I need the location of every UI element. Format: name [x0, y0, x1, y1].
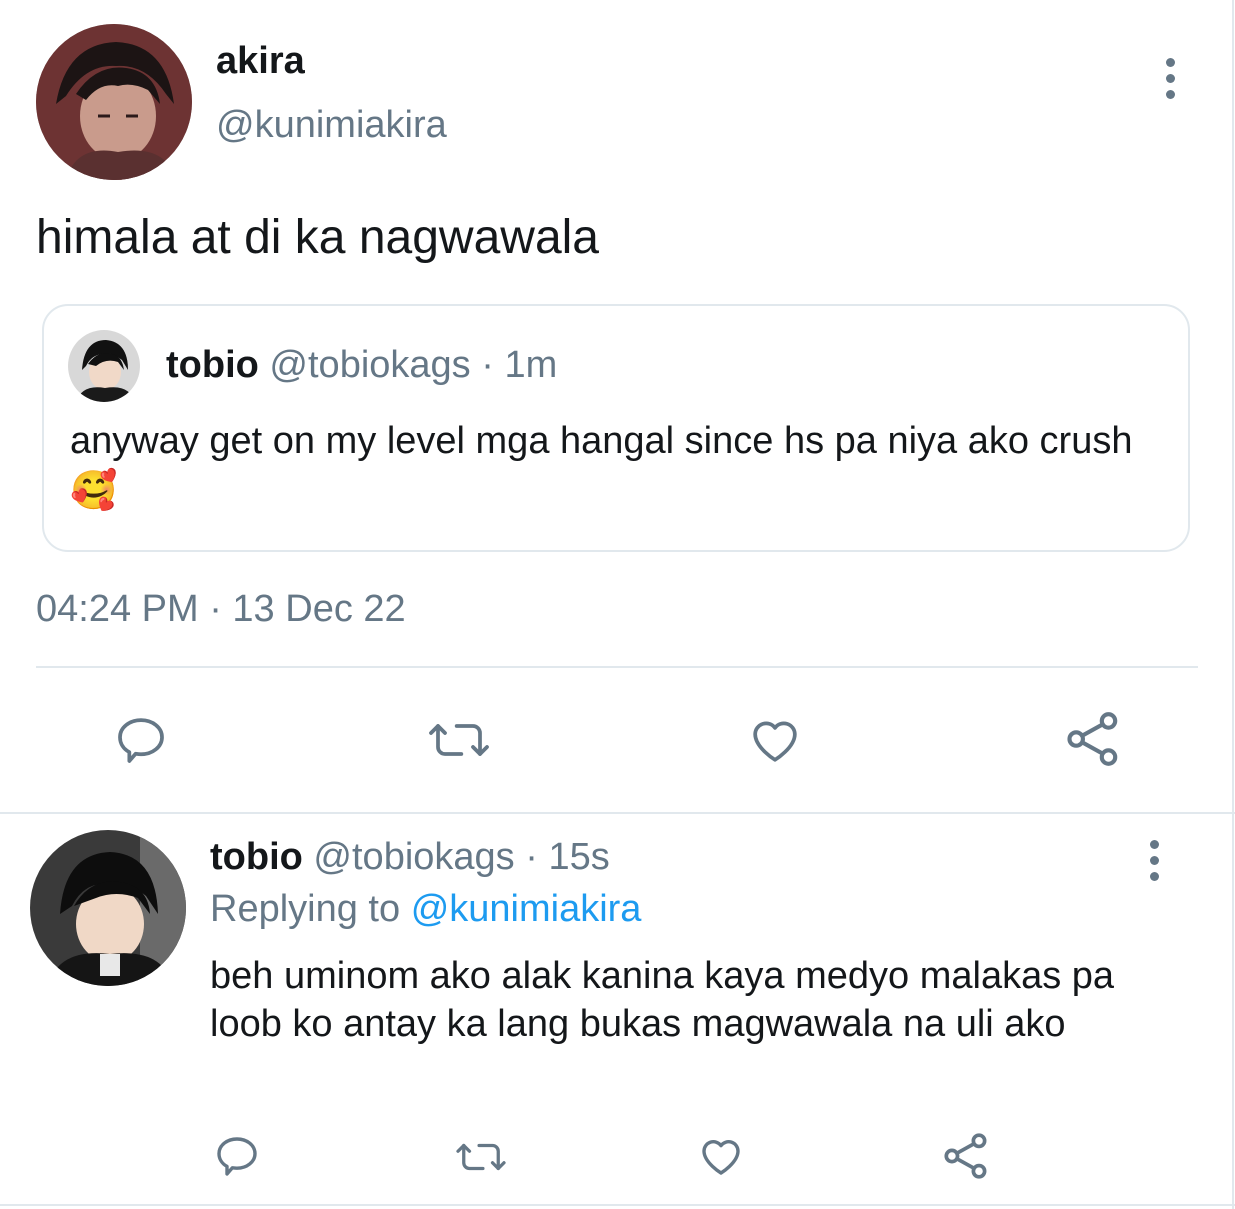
- replying-to-handle[interactable]: @kunimiakira: [411, 888, 642, 930]
- share-icon[interactable]: [940, 1130, 992, 1182]
- author-name[interactable]: akira: [216, 40, 305, 83]
- divider: [36, 666, 1198, 668]
- reply-author-name[interactable]: tobio: [210, 836, 303, 878]
- more-icon[interactable]: [1160, 58, 1180, 99]
- quoted-time: · 1m: [481, 344, 558, 386]
- quoted-text: anyway get on my level mga hangal since …: [70, 420, 1133, 462]
- like-icon[interactable]: [746, 712, 804, 768]
- bottom-divider: [0, 1204, 1235, 1206]
- section-divider: [0, 812, 1235, 814]
- reply-text: beh uminom ako alak kanina kaya medyo ma…: [210, 955, 1115, 1045]
- reply-icon[interactable]: [212, 1132, 262, 1180]
- quoted-text-block: anyway get on my level mga hangal since …: [70, 416, 1160, 516]
- reply-header: tobio @tobiokags · 15s: [210, 836, 610, 879]
- author-avatar[interactable]: [36, 24, 192, 180]
- more-icon[interactable]: [1144, 840, 1164, 881]
- replying-to-label: Replying to: [210, 888, 401, 930]
- quoted-header: tobio @tobiokags · 1m: [166, 344, 557, 387]
- tweet-timestamp: 04:24 PM · 13 Dec 22: [36, 588, 406, 630]
- quoted-author-avatar[interactable]: [68, 330, 140, 402]
- right-edge-border: [1232, 0, 1234, 1209]
- retweet-icon[interactable]: [424, 712, 494, 768]
- share-icon[interactable]: [1062, 708, 1124, 770]
- quoted-author-name[interactable]: tobio: [166, 344, 259, 386]
- author-handle[interactable]: @kunimiakira: [216, 104, 447, 147]
- replying-to: Replying to @kunimiakira: [210, 888, 641, 931]
- reply-time: · 15s: [525, 836, 610, 878]
- reply-author-avatar[interactable]: [30, 830, 186, 986]
- like-icon[interactable]: [696, 1132, 746, 1180]
- quoted-author-handle[interactable]: @tobiokags: [269, 344, 470, 386]
- reply-author-handle[interactable]: @tobiokags: [313, 836, 514, 878]
- tweet-text: himala at di ka nagwawala: [36, 211, 599, 264]
- smiling-face-with-hearts-emoji: 🥰: [70, 470, 118, 512]
- retweet-icon[interactable]: [452, 1134, 510, 1180]
- reply-icon[interactable]: [112, 712, 170, 768]
